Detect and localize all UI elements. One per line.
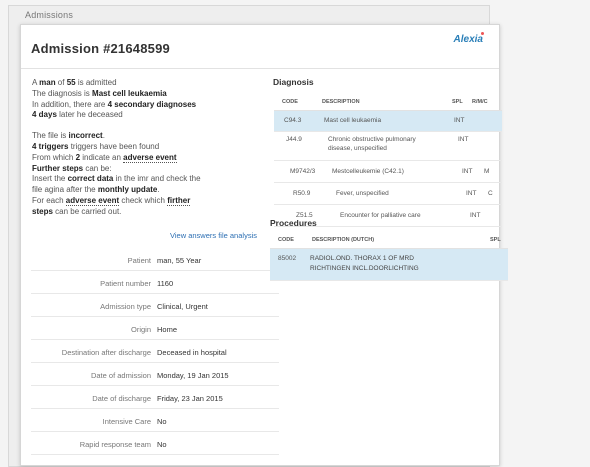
procedures-title: Procedures — [270, 218, 317, 228]
header-divider — [21, 68, 499, 69]
summary-line: For each adverse event check which firth… — [32, 195, 191, 206]
detail-row-intensive-care: Intensive Care No — [31, 409, 279, 432]
summary-line: Insert the correct data in the imr and c… — [32, 174, 201, 184]
procedures-header-row: CODE DESCRIPTION (DUTCH) SPL — [270, 232, 508, 249]
summary-line: steps can be carried out. — [32, 206, 122, 216]
detail-row-date-discharge: Date of discharge Friday, 23 Jan 2015 — [31, 386, 279, 409]
col-code: CODE — [278, 237, 294, 243]
diagnosis-row[interactable]: C94.3 Mast cell leukaemia INT — [274, 111, 502, 132]
diagnosis-row[interactable]: R50.9 Fever, unspecified INT C — [274, 183, 502, 205]
detail-row-date-admission: Date of admission Monday, 19 Jan 2015 — [31, 363, 279, 386]
summary-line: file agina after the monthly update. — [32, 185, 160, 195]
col-spl: SPL — [490, 237, 501, 243]
detail-row-rapid-response: Rapid response team No — [31, 432, 279, 455]
summary-line: 4 days later he deceased — [32, 110, 123, 120]
diagnosis-row[interactable]: M9742/3 Mestcelleukemie (C42.1) INT M — [274, 161, 502, 183]
summary-line: From which 2 indicate an adverse event — [32, 152, 177, 163]
adverse-event-term[interactable]: adverse event — [123, 152, 177, 163]
summary-line: The file is incorrect. — [32, 131, 105, 141]
procedure-row[interactable]: 85002 RADIOL.OND. THORAX 1 OF MRD RICHTI… — [270, 249, 508, 281]
col-code: CODE — [282, 99, 298, 105]
detail-row-patient-number: Patient number 1160 — [31, 271, 279, 294]
col-description-dutch: DESCRIPTION (DUTCH) — [312, 237, 375, 243]
col-spl: SPL — [452, 99, 463, 105]
alexia-logo: Alexia — [453, 32, 484, 45]
firther-term[interactable]: firther — [167, 195, 191, 206]
detail-row-origin: Origin Home — [31, 317, 279, 340]
col-rm: R/M/C — [472, 99, 488, 105]
adverse-event-term[interactable]: adverse event — [65, 195, 120, 206]
summary-line: The diagnosis is Mast cell leukaemia — [32, 88, 167, 98]
summary-line: A man of 55 is admitted — [32, 78, 117, 87]
admission-summary: A man of 55 is admitted The diagnosis is… — [32, 78, 277, 218]
view-answers-link[interactable]: View answers file analysis — [170, 231, 257, 240]
summary-line: In addition, there are 4 secondary diagn… — [32, 99, 197, 109]
col-description: DESCRIPTION — [322, 99, 360, 105]
diagnosis-header-row: CODE DESCRIPTION SPL R/M/C — [274, 94, 502, 111]
diagnosis-table: CODE DESCRIPTION SPL R/M/C C94.3 Mast ce… — [274, 94, 502, 227]
detail-row-admission-type: Admission type Clinical, Urgent — [31, 294, 279, 317]
summary-line: 4 triggers triggers have been found — [32, 141, 160, 151]
summary-line: Further steps can be: — [32, 163, 112, 173]
diagnosis-title: Diagnosis — [273, 77, 314, 87]
panel-title: Admissions — [25, 10, 74, 20]
admission-details: Patient man, 55 Year Patient number 1160 A… — [31, 248, 279, 455]
detail-row-patient: Patient man, 55 Year — [31, 248, 279, 271]
diagnosis-row[interactable]: J44.9 Chronic obstructive pulmonary dise… — [274, 132, 502, 161]
page-title: Admission #21648599 — [31, 41, 170, 56]
detail-row-destination: Destination after discharge Deceased in h… — [31, 340, 279, 363]
